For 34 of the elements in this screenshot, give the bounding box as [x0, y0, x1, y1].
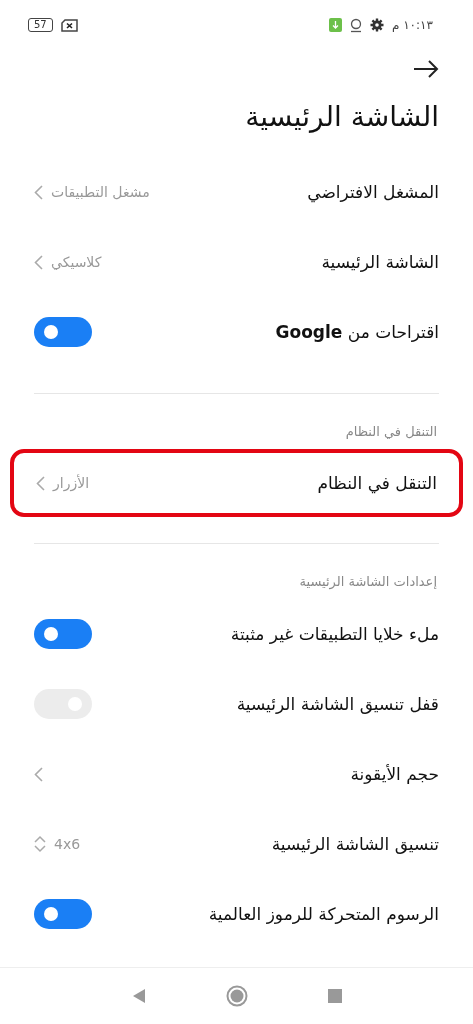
- chevron-icon: [36, 475, 45, 491]
- up-down-chevron-icon: [34, 835, 46, 853]
- setting-label: الشاشة الرئيسية: [321, 252, 439, 272]
- setting-label: التنقل في النظام: [317, 473, 437, 493]
- back-nav-icon[interactable]: [131, 988, 146, 1004]
- back-arrow-icon[interactable]: [413, 60, 439, 78]
- setting-label: المشغل الافتراضي: [307, 182, 439, 202]
- setting-label: تنسيق الشاشة الرئيسية: [271, 834, 439, 854]
- toggle-switch[interactable]: [34, 619, 92, 649]
- section-header: التنقل في النظام: [344, 423, 438, 441]
- recents-nav-icon[interactable]: [327, 989, 342, 1003]
- setting-value: الأزرار: [53, 475, 90, 491]
- home-nav-icon[interactable]: [225, 985, 248, 1007]
- location-icon: [349, 17, 362, 33]
- settings-icon: [369, 18, 384, 32]
- download-icon: [328, 18, 342, 32]
- clock-time: ١٠:١٣ م: [391, 18, 433, 32]
- chevron-icon: [34, 766, 43, 782]
- toggle-switch[interactable]: [34, 899, 92, 929]
- section-header: إعدادات الشاشة الرئيسية: [298, 573, 438, 592]
- setting-label: قفل تنسيق الشاشة الرئيسية: [236, 694, 439, 714]
- chevron-icon: [34, 184, 43, 200]
- sim-x-icon: [60, 18, 78, 32]
- setting-value: كلاسيكي: [51, 254, 102, 270]
- toggle-switch[interactable]: [34, 317, 92, 347]
- battery-icon: 57: [28, 18, 53, 32]
- setting-label: ملء خلايا التطبيقات غير مثبتة: [230, 624, 439, 644]
- setting-value: 4x6: [54, 836, 81, 852]
- setting-label: حجم الأيقونة: [350, 764, 439, 784]
- highlighted-setting-row[interactable]: التنقل في النظام الأزرار: [10, 449, 463, 517]
- setting-label: الرسوم المتحركة للرموز العالمية: [208, 904, 439, 924]
- page-title: الشاشة الرئيسية: [244, 99, 440, 135]
- chevron-icon: [34, 254, 43, 270]
- setting-value: مشغل التطبيقات: [51, 184, 150, 200]
